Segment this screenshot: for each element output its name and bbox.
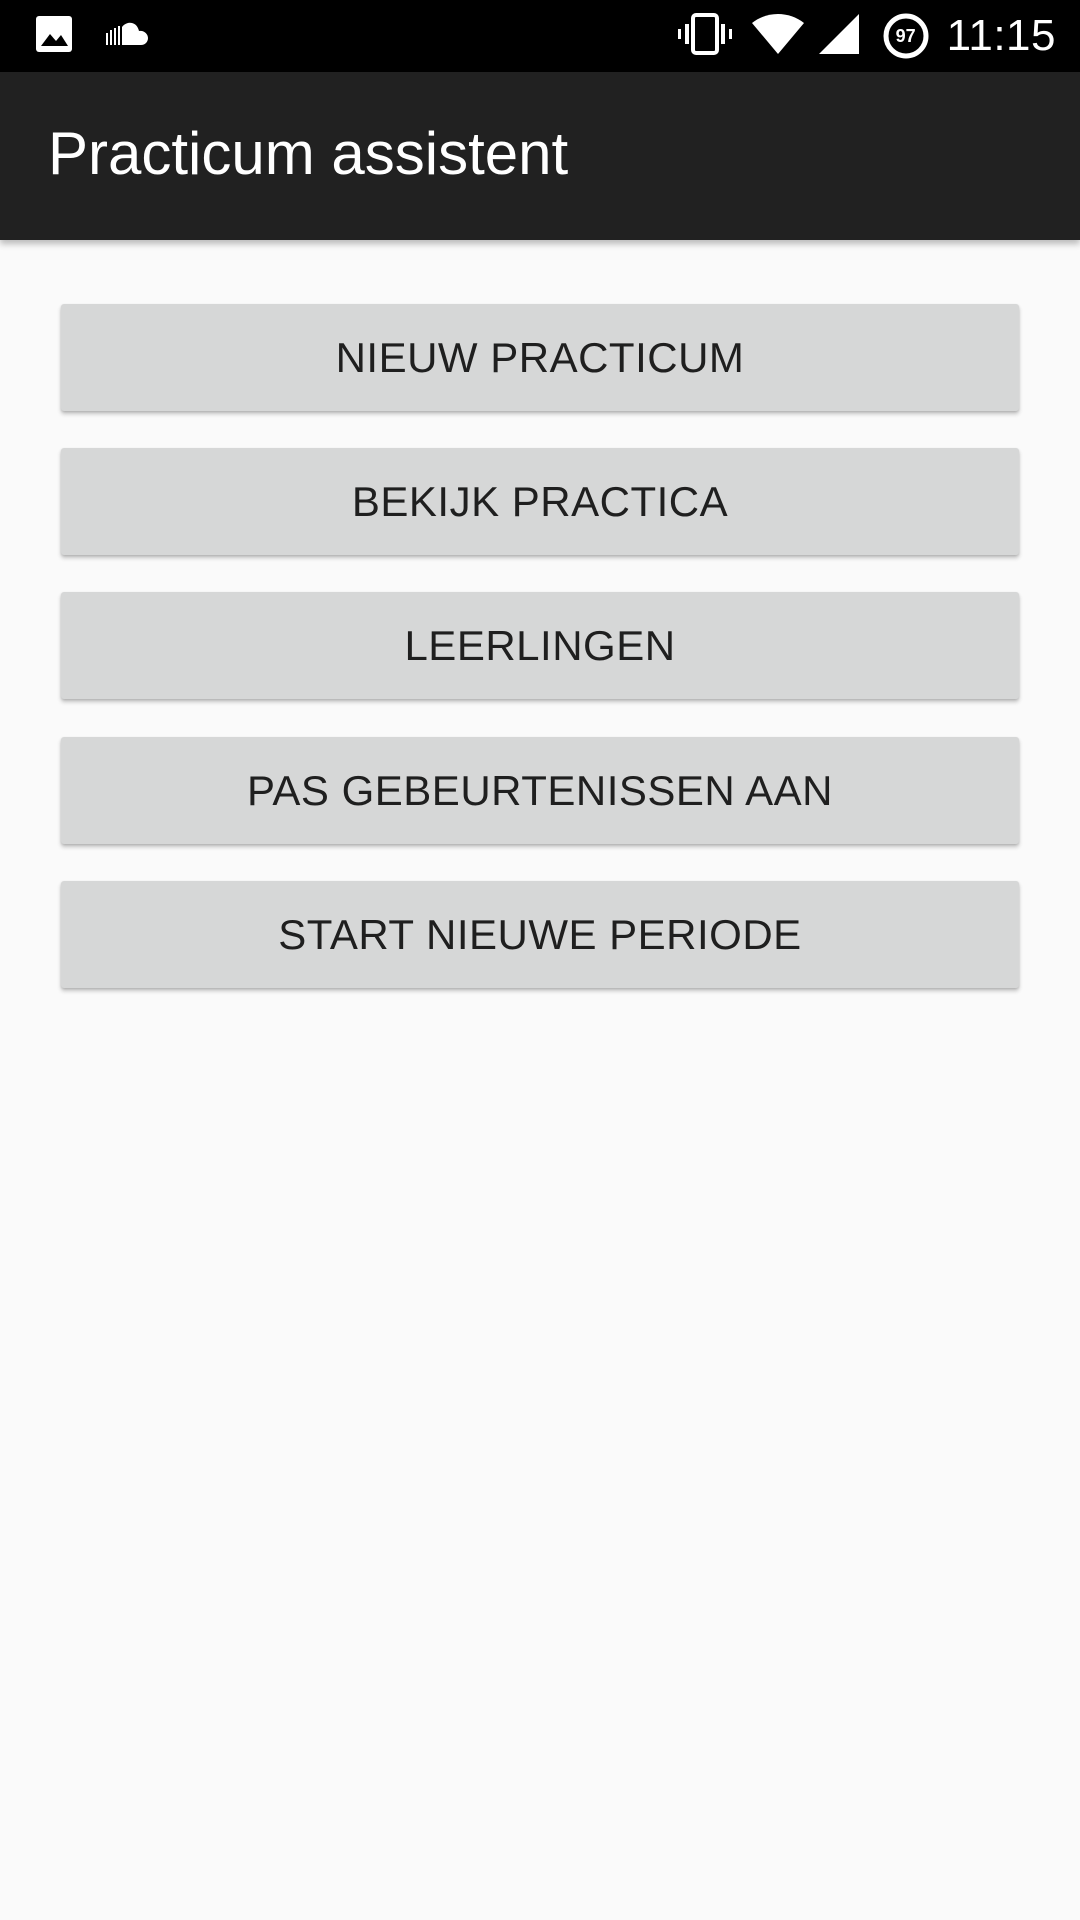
students-button[interactable]: LEERLINGEN [61, 592, 1019, 699]
main-content: NIEUW PRACTICUM BEKIJK PRACTICA LEERLING… [0, 240, 1080, 1920]
battery-icon: 97 [883, 13, 929, 59]
vibrate-icon [677, 12, 733, 61]
view-practica-button[interactable]: BEKIJK PRACTICA [61, 448, 1019, 555]
battery-level: 97 [895, 26, 916, 46]
status-bar: 97 11:15 [0, 0, 1080, 72]
wifi-icon [751, 13, 805, 60]
cell-signal-icon [817, 12, 861, 61]
start-new-period-button[interactable]: START NIEUWE PERIODE [61, 881, 1019, 988]
app-title: Practicum assistent [48, 120, 569, 187]
image-icon [34, 14, 74, 59]
cloud-icon [104, 21, 150, 52]
clock: 11:15 [946, 11, 1056, 60]
edit-events-button[interactable]: PAS GEBEURTENISSEN AAN [61, 737, 1019, 844]
notification-icons [34, 14, 150, 59]
system-icons: 97 11:15 [677, 0, 1056, 72]
new-practicum-button[interactable]: NIEUW PRACTICUM [61, 304, 1019, 411]
app-bar: Practicum assistent [0, 72, 1080, 240]
